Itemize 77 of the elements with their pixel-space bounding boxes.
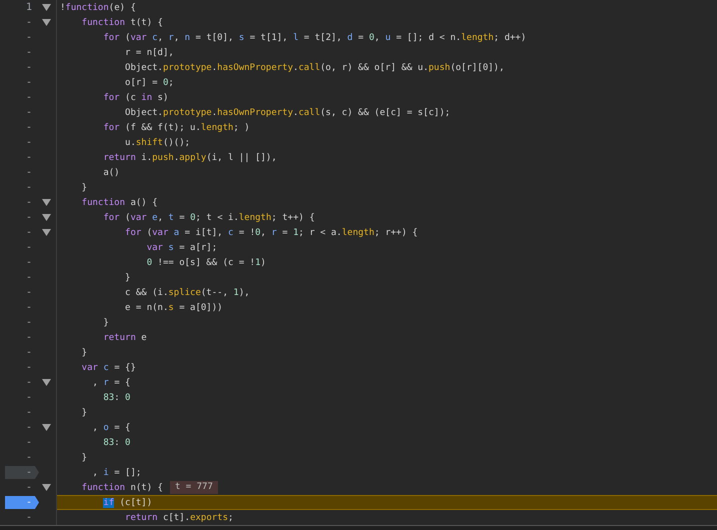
fold-arrow-icon[interactable] [42, 424, 51, 431]
line-number[interactable]: - [5, 391, 39, 404]
line-number[interactable]: - [5, 241, 39, 254]
code-text: } [102, 318, 109, 328]
code-text: var c = {} [80, 362, 136, 372]
line-number[interactable]: - [5, 136, 39, 149]
line-number[interactable]: - [5, 46, 39, 59]
line-number[interactable]: - [5, 406, 39, 419]
code-text: 83: 0 [102, 438, 130, 448]
code-text: return e [102, 332, 147, 342]
code-text: o[r] = 0; [124, 78, 174, 88]
code-text: 83: 0 [102, 392, 130, 402]
line-number[interactable]: - [5, 31, 39, 44]
code-text: Object.prototype.hasOwnProperty.call(o, r) && o[r] && u.push(o[r][0]), [124, 62, 504, 72]
code-text: return i.push.apply(i, l || []), [102, 152, 277, 162]
code-text: } [80, 408, 88, 418]
code-text: a() [102, 168, 120, 178]
line-number[interactable]: - [5, 151, 39, 164]
code-text: } [80, 452, 88, 462]
line-number[interactable]: - [5, 346, 39, 359]
code-text: for (var c, r, n = t[0], s = t[1], l = t[2], d = 0, u = []; d < n.length; d++) [102, 32, 526, 42]
fold-arrow-icon[interactable] [42, 199, 51, 206]
line-number[interactable]: - [5, 166, 39, 179]
line-number[interactable]: - [5, 361, 39, 374]
line-number[interactable]: - [5, 316, 39, 329]
code-text: } [80, 348, 88, 358]
line-number[interactable]: - [5, 76, 39, 89]
fold-arrow-icon[interactable] [42, 484, 51, 491]
code-text: function a() { [80, 198, 158, 208]
line-number[interactable]: 1 [5, 1, 39, 14]
line-number[interactable]: - [5, 436, 39, 449]
code-text: for (c in s) [102, 92, 168, 102]
line-number[interactable]: - [5, 121, 39, 134]
line-number[interactable]: - [5, 61, 39, 74]
code-text: for (var a = i[t], c = !0, r = 1; r < a.length; r++) { [124, 228, 418, 238]
code-text: c && (i.splice(t--, 1), [124, 288, 250, 298]
fold-arrow-icon[interactable] [42, 4, 51, 11]
line-number[interactable]: - [5, 511, 39, 524]
fold-arrow-icon[interactable] [42, 19, 51, 26]
line-number[interactable]: - [5, 196, 39, 209]
code-text: 0 !== o[s] && (c = !1) [146, 258, 266, 268]
line-number[interactable]: - [5, 421, 39, 434]
line-number[interactable]: - [5, 376, 39, 389]
line-number[interactable]: - [5, 211, 39, 224]
code-text: } [124, 272, 130, 282]
fold-arrow-icon[interactable] [42, 229, 51, 236]
line-number[interactable]: - [5, 91, 39, 104]
line-number[interactable]: - [5, 481, 39, 494]
line-number[interactable]: - [5, 106, 39, 119]
code-text: var s = a[r]; [146, 242, 218, 252]
line-number[interactable]: - [5, 181, 39, 194]
line-number[interactable]: - [5, 226, 39, 239]
code-text: r = n[d], [124, 48, 174, 58]
code-text: !function(e) { [60, 2, 136, 12]
code-text: for (var e, t = 0; t < i.length; t++) { [102, 212, 315, 222]
fold-arrow-icon[interactable] [42, 214, 51, 221]
code-text: , r = { [92, 378, 130, 388]
line-number[interactable]: - [5, 256, 39, 269]
code-text: , i = []; [92, 468, 142, 478]
code-text: u.shift()(); [124, 138, 190, 148]
breakpoint-marker[interactable]: - [5, 496, 39, 509]
line-number[interactable]: - [5, 271, 39, 284]
code-text: for (f && f(t); u.length; ) [102, 122, 250, 132]
fold-arrow-icon[interactable] [42, 379, 51, 386]
code-text: , o = { [92, 422, 130, 432]
inline-value: t = 777 [170, 481, 218, 494]
code-text: function n(t) { [80, 482, 163, 492]
line-number[interactable]: - [5, 451, 39, 464]
code-text: Object.prototype.hasOwnProperty.call(s, c) && (e[c] = s[c]); [124, 108, 450, 118]
code-text: function t(t) { [80, 18, 163, 28]
code-text: } [80, 182, 88, 192]
line-number[interactable]: - [5, 16, 39, 29]
line-number[interactable]: - [5, 331, 39, 344]
code-text: e = n(n.s = a[0])) [124, 302, 223, 312]
code-text: return c[t].exports; [124, 512, 234, 522]
line-number[interactable]: - [5, 286, 39, 299]
line-number[interactable]: - [5, 301, 39, 314]
